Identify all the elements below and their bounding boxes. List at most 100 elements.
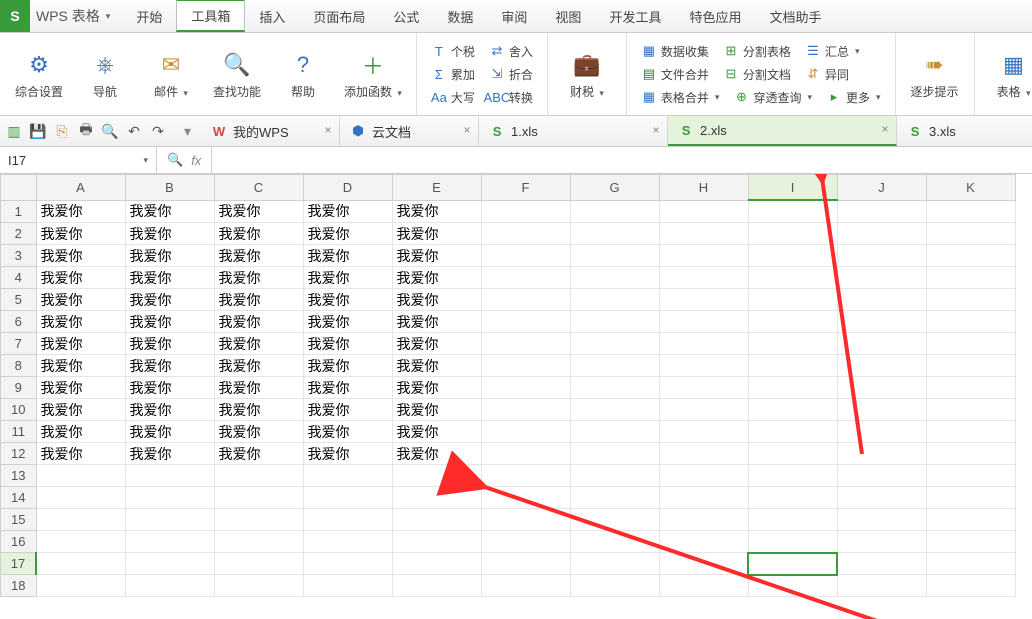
cell-I10[interactable] (748, 399, 837, 421)
cell-K15[interactable] (926, 509, 1015, 531)
row-header-17[interactable]: 17 (1, 553, 37, 575)
cell-D12[interactable]: 我爱你 (303, 443, 392, 465)
ribbon-small-汇总[interactable]: ☰汇总▾ (801, 41, 864, 62)
menu-item-1[interactable]: 工具箱 (176, 0, 245, 32)
cell-I9[interactable] (748, 377, 837, 399)
cell-D3[interactable]: 我爱你 (303, 245, 392, 267)
cell-B11[interactable]: 我爱你 (125, 421, 214, 443)
col-header-H[interactable]: H (659, 175, 748, 201)
row-header-12[interactable]: 12 (1, 443, 37, 465)
cell-C7[interactable]: 我爱你 (214, 333, 303, 355)
ribbon-btn-逐步提示[interactable]: ➠逐步提示 (902, 47, 968, 102)
cell-G6[interactable] (570, 311, 659, 333)
row-header-15[interactable]: 15 (1, 509, 37, 531)
cell-E3[interactable]: 我爱你 (392, 245, 481, 267)
cell-F1[interactable] (481, 200, 570, 223)
cell-B18[interactable] (125, 575, 214, 597)
cell-K8[interactable] (926, 355, 1015, 377)
cell-E6[interactable]: 我爱你 (392, 311, 481, 333)
menu-item-3[interactable]: 页面布局 (299, 0, 379, 32)
cell-C18[interactable] (214, 575, 303, 597)
cell-C17[interactable] (214, 553, 303, 575)
cell-B14[interactable] (125, 487, 214, 509)
cell-H2[interactable] (659, 223, 748, 245)
cell-K9[interactable] (926, 377, 1015, 399)
row-header-9[interactable]: 9 (1, 377, 37, 399)
cell-E5[interactable]: 我爱你 (392, 289, 481, 311)
ribbon-small-更多[interactable]: ▸更多▾ (822, 87, 885, 108)
cell-G7[interactable] (570, 333, 659, 355)
ribbon-btn-添加函数[interactable]: ＋添加函数 ▾ (336, 47, 410, 102)
ribbon-btn-导航[interactable]: ⎈导航 (72, 47, 138, 102)
cell-F13[interactable] (481, 465, 570, 487)
ribbon-small-折合[interactable]: ⇲折合 (485, 64, 537, 85)
row-header-16[interactable]: 16 (1, 531, 37, 553)
cell-K7[interactable] (926, 333, 1015, 355)
row-header-18[interactable]: 18 (1, 575, 37, 597)
cell-G13[interactable] (570, 465, 659, 487)
saveas-icon[interactable]: ⎘ (52, 121, 72, 141)
cell-K1[interactable] (926, 200, 1015, 223)
cell-C1[interactable]: 我爱你 (214, 200, 303, 223)
menu-item-2[interactable]: 插入 (245, 0, 299, 32)
cell-G4[interactable] (570, 267, 659, 289)
ribbon-btn-邮件[interactable]: ✉邮件 ▾ (138, 47, 204, 102)
close-icon[interactable]: × (321, 123, 335, 137)
cell-J2[interactable] (837, 223, 926, 245)
cell-J18[interactable] (837, 575, 926, 597)
cell-C14[interactable] (214, 487, 303, 509)
doc-tab-我的WPS[interactable]: W我的WPS× (201, 117, 340, 145)
cell-H11[interactable] (659, 421, 748, 443)
cell-G18[interactable] (570, 575, 659, 597)
cell-C12[interactable]: 我爱你 (214, 443, 303, 465)
ribbon-small-异同[interactable]: ⇵异同 (801, 64, 853, 85)
cell-F4[interactable] (481, 267, 570, 289)
ribbon-small-文件合并[interactable]: ▤文件合并 (637, 64, 713, 85)
cell-A4[interactable]: 我爱你 (36, 267, 125, 289)
cell-A9[interactable]: 我爱你 (36, 377, 125, 399)
cell-D2[interactable]: 我爱你 (303, 223, 392, 245)
cell-E12[interactable]: 我爱你 (392, 443, 481, 465)
cell-B6[interactable]: 我爱你 (125, 311, 214, 333)
cell-E11[interactable]: 我爱你 (392, 421, 481, 443)
cell-J4[interactable] (837, 267, 926, 289)
cell-A13[interactable] (36, 465, 125, 487)
cell-D16[interactable] (303, 531, 392, 553)
cell-I14[interactable] (748, 487, 837, 509)
col-header-D[interactable]: D (303, 175, 392, 201)
cell-D4[interactable]: 我爱你 (303, 267, 392, 289)
cell-J14[interactable] (837, 487, 926, 509)
cell-K2[interactable] (926, 223, 1015, 245)
cell-E16[interactable] (392, 531, 481, 553)
menu-item-5[interactable]: 数据 (433, 0, 487, 32)
cell-D10[interactable]: 我爱你 (303, 399, 392, 421)
cell-I4[interactable] (748, 267, 837, 289)
cell-H18[interactable] (659, 575, 748, 597)
cell-F3[interactable] (481, 245, 570, 267)
menu-item-10[interactable]: 文档助手 (755, 0, 835, 32)
col-header-C[interactable]: C (214, 175, 303, 201)
name-box-dropdown-icon[interactable]: ▾ (143, 155, 148, 166)
cell-B13[interactable] (125, 465, 214, 487)
doc-tab-云文档[interactable]: ⬢云文档× (340, 117, 479, 145)
ribbon-small-数据收集[interactable]: ▦数据收集 (637, 41, 713, 62)
cell-F7[interactable] (481, 333, 570, 355)
cell-C15[interactable] (214, 509, 303, 531)
cell-A5[interactable]: 我爱你 (36, 289, 125, 311)
cell-D15[interactable] (303, 509, 392, 531)
cell-E13[interactable] (392, 465, 481, 487)
qat-dropdown-icon[interactable]: ▾ (184, 121, 191, 141)
menu-item-0[interactable]: 开始 (122, 0, 176, 32)
cell-B8[interactable]: 我爱你 (125, 355, 214, 377)
cell-I16[interactable] (748, 531, 837, 553)
cell-K10[interactable] (926, 399, 1015, 421)
fx-icon[interactable]: fx (191, 153, 201, 168)
cell-D6[interactable]: 我爱你 (303, 311, 392, 333)
cell-G1[interactable] (570, 200, 659, 223)
cell-J12[interactable] (837, 443, 926, 465)
row-header-7[interactable]: 7 (1, 333, 37, 355)
cell-A16[interactable] (36, 531, 125, 553)
cell-C5[interactable]: 我爱你 (214, 289, 303, 311)
cell-A6[interactable]: 我爱你 (36, 311, 125, 333)
cell-E17[interactable] (392, 553, 481, 575)
